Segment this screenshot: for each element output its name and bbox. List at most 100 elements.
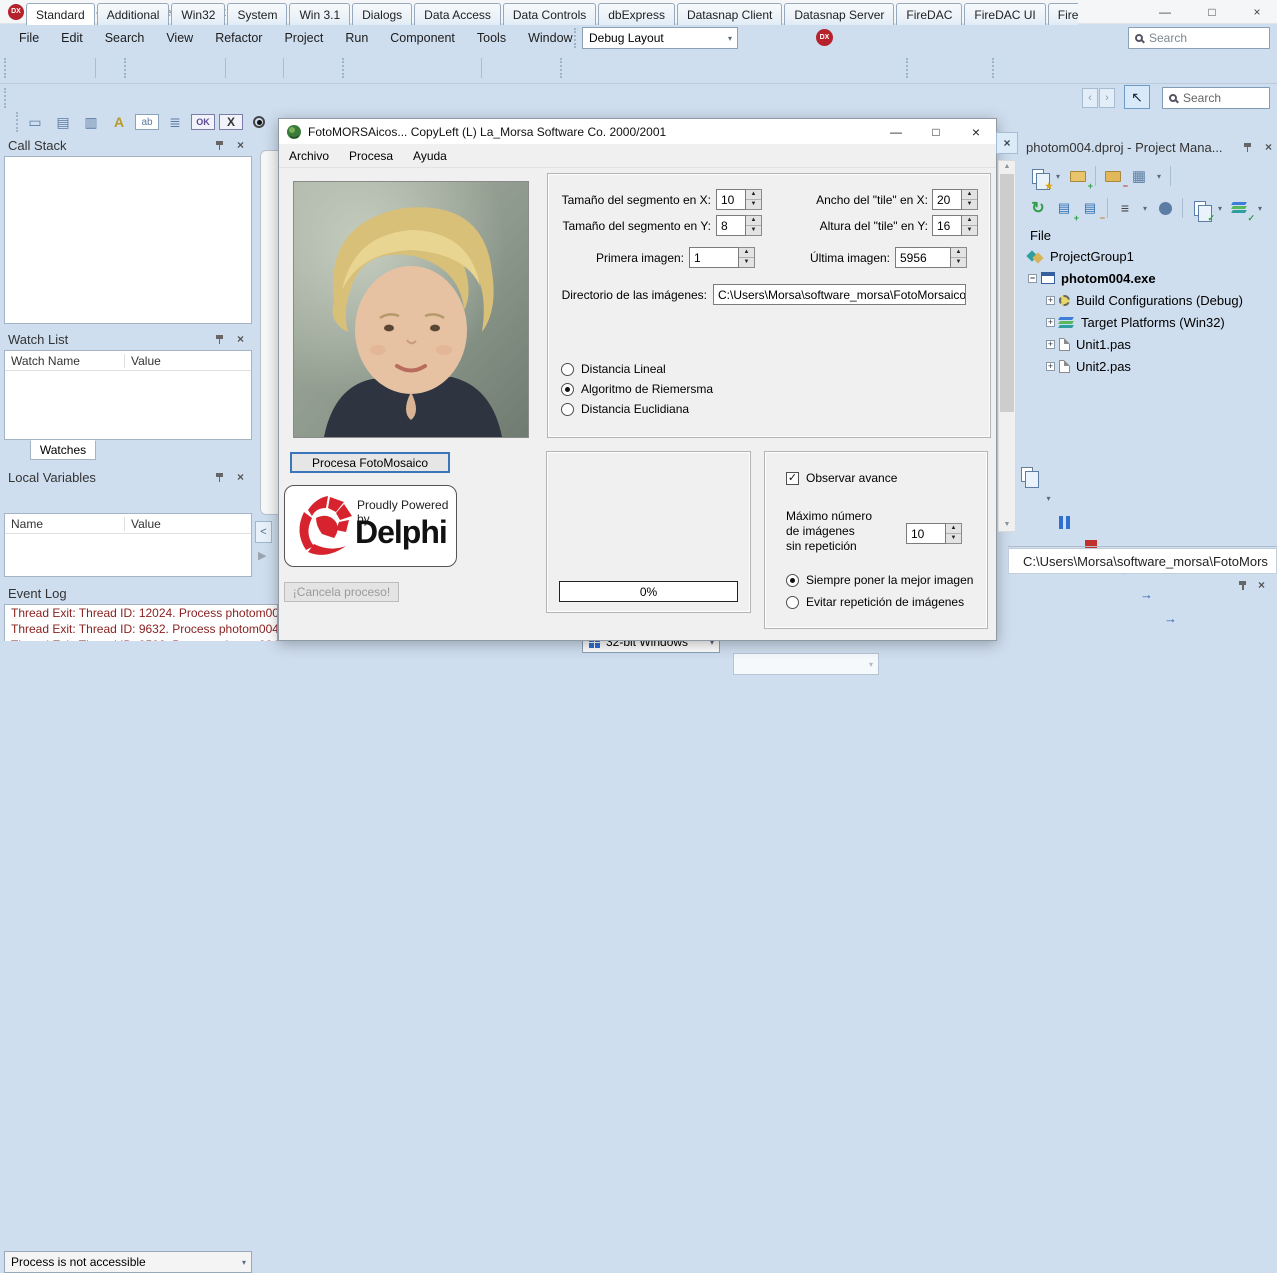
- value-column[interactable]: Value: [125, 517, 161, 531]
- name-column[interactable]: Name: [5, 516, 125, 531]
- editor-scrollbar[interactable]: ▲ ▼: [998, 160, 1016, 532]
- collapse-tree-icon[interactable]: ▤ −: [1078, 196, 1105, 223]
- tab-dbexpress[interactable]: dbExpress: [598, 3, 675, 25]
- tab-win32[interactable]: Win32: [171, 3, 226, 25]
- checkbox-component-icon[interactable]: X: [219, 114, 243, 130]
- watch-value-column[interactable]: Value: [125, 354, 161, 368]
- editor-close-icon[interactable]: ×: [996, 132, 1018, 154]
- menu-component[interactable]: Component: [379, 26, 466, 50]
- menu-search[interactable]: Search: [94, 26, 156, 50]
- watch-list-panel[interactable]: Watch Name Value: [4, 350, 252, 440]
- watch-name-column[interactable]: Watch Name: [5, 353, 125, 368]
- popupmenu-component-icon[interactable]: ▥: [79, 111, 103, 133]
- seg-y-stepper[interactable]: ▲ ▼: [746, 215, 762, 236]
- tab-win31[interactable]: Win 3.1: [289, 3, 351, 25]
- app-titlebar[interactable]: FotoMORSAicos... CopyLeft (L) La_Morsa S…: [279, 119, 996, 144]
- tree-item-unit2[interactable]: + Unit2.pas: [1046, 356, 1131, 376]
- close-icon[interactable]: ×: [237, 333, 244, 345]
- process-state-combo[interactable]: Process is not accessible ▾: [4, 1251, 252, 1273]
- tab-data-controls[interactable]: Data Controls: [502, 3, 597, 25]
- cancela-proceso-button[interactable]: ¡Cancela proceso!: [284, 582, 399, 602]
- memo-component-icon[interactable]: ≣: [163, 111, 187, 133]
- menu-refactor[interactable]: Refactor: [204, 26, 273, 50]
- tab-dialogs[interactable]: Dialogs: [352, 3, 413, 25]
- seg-y-input[interactable]: 8: [716, 215, 746, 236]
- ide-maximize-button[interactable]: □: [1190, 0, 1234, 24]
- expand-tree-icon[interactable]: ▤ +: [1052, 196, 1079, 223]
- radio-distancia-lineal[interactable]: Distancia Lineal: [561, 362, 666, 376]
- tree-item-photom004-exe[interactable]: − photom004.exe: [1028, 268, 1156, 288]
- app-minimize-button[interactable]: —: [876, 119, 916, 144]
- build-dropdown-icon[interactable]: ▾: [1214, 196, 1226, 220]
- build-icon[interactable]: ✓: [1188, 196, 1215, 223]
- collapse-icon[interactable]: −: [1028, 273, 1037, 283]
- tab-firedac-ui[interactable]: FireDAC UI: [964, 3, 1046, 25]
- max-images-input[interactable]: 10: [906, 523, 946, 544]
- remove-project-icon[interactable]: −: [1101, 164, 1128, 191]
- radio-evitar-repeticion[interactable]: Evitar repetición de imágenes: [786, 595, 964, 609]
- call-stack-panel[interactable]: [4, 156, 252, 324]
- tab-system[interactable]: System: [227, 3, 288, 25]
- app-maximize-button[interactable]: □: [916, 119, 956, 144]
- expand-icon[interactable]: +: [1046, 361, 1055, 371]
- expand-icon[interactable]: +: [1046, 295, 1055, 305]
- close-icon[interactable]: ×: [237, 471, 244, 483]
- local-variables-panel[interactable]: Name Value: [4, 513, 252, 577]
- menu-view[interactable]: View: [155, 26, 204, 50]
- edit-component-icon[interactable]: ab: [135, 114, 159, 130]
- add-project-icon[interactable]: +: [1066, 164, 1093, 191]
- ide-search-input[interactable]: Search: [1128, 27, 1270, 49]
- tile-x-input[interactable]: 20: [932, 189, 962, 210]
- tab-data-access[interactable]: Data Access: [414, 3, 501, 25]
- tile-y-stepper[interactable]: ▲ ▼: [962, 215, 978, 236]
- procesa-fotomosaico-button[interactable]: Procesa FotoMosaico: [290, 452, 450, 473]
- mainmenu-component-icon[interactable]: ▤: [51, 111, 75, 133]
- event-log-panel[interactable]: Thread Exit: Thread ID: 12024. Process p…: [4, 604, 278, 641]
- tab-watches[interactable]: Watches: [30, 440, 96, 460]
- navigate-forward-icon[interactable]: ►: [952, 746, 1277, 770]
- app-close-button[interactable]: ×: [956, 119, 996, 144]
- views-icon[interactable]: ▦: [1127, 164, 1151, 188]
- pin-icon[interactable]: [215, 472, 225, 482]
- tab-scroll-left-icon[interactable]: ‹: [1082, 88, 1098, 108]
- pin-icon[interactable]: [1243, 142, 1253, 152]
- max-images-stepper[interactable]: ▲ ▼: [946, 523, 962, 544]
- tree-item-projectgroup[interactable]: ProjectGroup1: [1026, 246, 1134, 266]
- pin-icon[interactable]: [1238, 580, 1248, 590]
- directory-input[interactable]: C:\Users\Morsa\software_morsa\FotoMorsai…: [713, 284, 966, 305]
- tab-standard[interactable]: Standard: [26, 3, 95, 25]
- observar-avance-checkbox[interactable]: ✓ Observar avance: [786, 471, 897, 485]
- tab-datasnap-server[interactable]: Datasnap Server: [784, 3, 895, 25]
- new-project-dropdown-icon[interactable]: ▾: [1052, 164, 1064, 188]
- close-icon[interactable]: ×: [1258, 579, 1265, 591]
- select-cursor-icon[interactable]: ↖: [1124, 85, 1150, 109]
- navigate-back-icon[interactable]: ◄: [916, 698, 1277, 722]
- splitter-collapse-icon[interactable]: <: [255, 521, 272, 543]
- dependencies-icon[interactable]: [1153, 196, 1177, 220]
- new-project-icon[interactable]: ★: [1026, 164, 1053, 191]
- menu-edit[interactable]: Edit: [50, 26, 94, 50]
- tree-item-unit1[interactable]: + Unit1.pas: [1046, 334, 1131, 354]
- tab-firedac[interactable]: FireDAC: [896, 3, 963, 25]
- last-image-input[interactable]: 5956: [895, 247, 951, 268]
- expand-icon[interactable]: +: [1046, 317, 1055, 327]
- expand-icon[interactable]: +: [1046, 339, 1055, 349]
- ide-minimize-button[interactable]: —: [1143, 0, 1187, 24]
- device-manager-icon[interactable]: [882, 674, 1277, 698]
- close-icon[interactable]: ×: [237, 139, 244, 151]
- radiobutton-component-icon[interactable]: [247, 111, 271, 133]
- radio-algoritmo-riemersma[interactable]: Algoritmo de Riemersma: [561, 382, 713, 396]
- tile-y-input[interactable]: 16: [932, 215, 962, 236]
- tile-x-stepper[interactable]: ▲ ▼: [962, 189, 978, 210]
- scroll-down-icon[interactable]: ▼: [999, 519, 1015, 531]
- pin-icon[interactable]: [215, 334, 225, 344]
- radio-distancia-euclidiana[interactable]: Distancia Euclidiana: [561, 402, 689, 416]
- help-icon[interactable]: ?: [1002, 794, 1277, 818]
- menu-run[interactable]: Run: [334, 26, 379, 50]
- label-component-icon[interactable]: A: [107, 111, 131, 133]
- menu-file[interactable]: File: [8, 26, 50, 50]
- pin-icon[interactable]: [215, 140, 225, 150]
- forward-dropdown-icon[interactable]: ▾: [974, 770, 1277, 794]
- scroll-up-icon[interactable]: ▲: [999, 161, 1015, 173]
- palette-search-input[interactable]: Search: [1162, 87, 1270, 109]
